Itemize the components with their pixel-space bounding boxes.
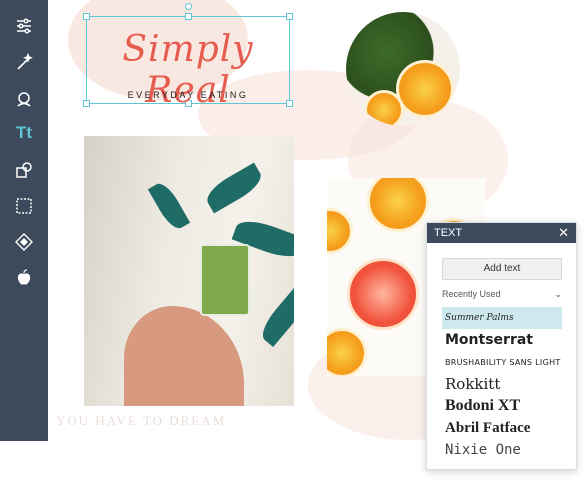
font-item-bodoni-xt[interactable]: Bodoni XT — [442, 395, 562, 417]
texture-icon[interactable] — [10, 228, 38, 256]
font-item-rokkitt[interactable]: Rokkitt — [442, 373, 562, 395]
hand — [124, 306, 244, 406]
font-item-summer-palms[interactable]: Summer Palms — [442, 307, 562, 329]
orange-slice — [327, 328, 367, 376]
leaf-pattern — [256, 286, 294, 348]
portrait-icon[interactable] — [10, 85, 38, 113]
orange-slice — [396, 60, 454, 118]
text-tool-icon[interactable]: Tt — [10, 119, 38, 147]
smoothie-photo[interactable] — [84, 136, 294, 406]
font-item-abril-fatface[interactable]: Abril Fatface — [442, 417, 562, 439]
orange-slice — [364, 90, 404, 126]
recently-used-label: Recently Used — [442, 289, 501, 299]
resize-handle[interactable] — [185, 13, 192, 20]
apple-icon[interactable] — [10, 264, 38, 292]
leaf-pattern — [147, 179, 191, 233]
panel-header: TEXT ✕ — [427, 223, 576, 243]
background-text-line: YOU HAVE TO DREAM — [56, 413, 227, 428]
font-item-nixie-one[interactable]: Nixie One — [442, 439, 562, 461]
shapes-icon[interactable] — [10, 156, 38, 184]
text-tool-label: Tt — [15, 123, 33, 142]
tool-sidebar: Tt — [0, 0, 48, 441]
frame-icon[interactable] — [10, 192, 38, 220]
rotate-handle[interactable] — [185, 3, 192, 10]
grapefruit-slice — [347, 258, 419, 330]
add-text-button[interactable]: Add text — [442, 258, 562, 280]
kale-orange-photo[interactable] — [346, 12, 460, 126]
font-list: Summer Palms Montserrat BRUSHABILITY SAN… — [442, 307, 562, 461]
sliders-icon[interactable] — [10, 12, 38, 40]
smoothie-glass — [200, 244, 250, 316]
orange-slice — [367, 178, 429, 232]
font-item-montserrat[interactable]: Montserrat — [442, 329, 562, 351]
text-panel: TEXT ✕ Add text Recently Used ⌄ Summer P… — [426, 222, 577, 470]
recently-used-dropdown[interactable]: Recently Used ⌄ — [442, 289, 562, 303]
magic-wand-icon[interactable] — [10, 49, 38, 77]
title-text-box[interactable]: Simply Real EVERYDAY EATING — [83, 3, 293, 111]
subtitle-text: EVERYDAY EATING — [127, 90, 249, 100]
chevron-down-icon: ⌄ — [554, 289, 562, 299]
orange-slice — [327, 208, 353, 254]
panel-title: TEXT — [434, 227, 463, 239]
resize-handle[interactable] — [286, 13, 293, 20]
resize-handle[interactable] — [83, 13, 90, 20]
font-item-brushability[interactable]: BRUSHABILITY SANS LIGHT — [442, 351, 562, 373]
close-icon[interactable]: ✕ — [558, 223, 569, 243]
leaf-pattern — [202, 162, 266, 214]
